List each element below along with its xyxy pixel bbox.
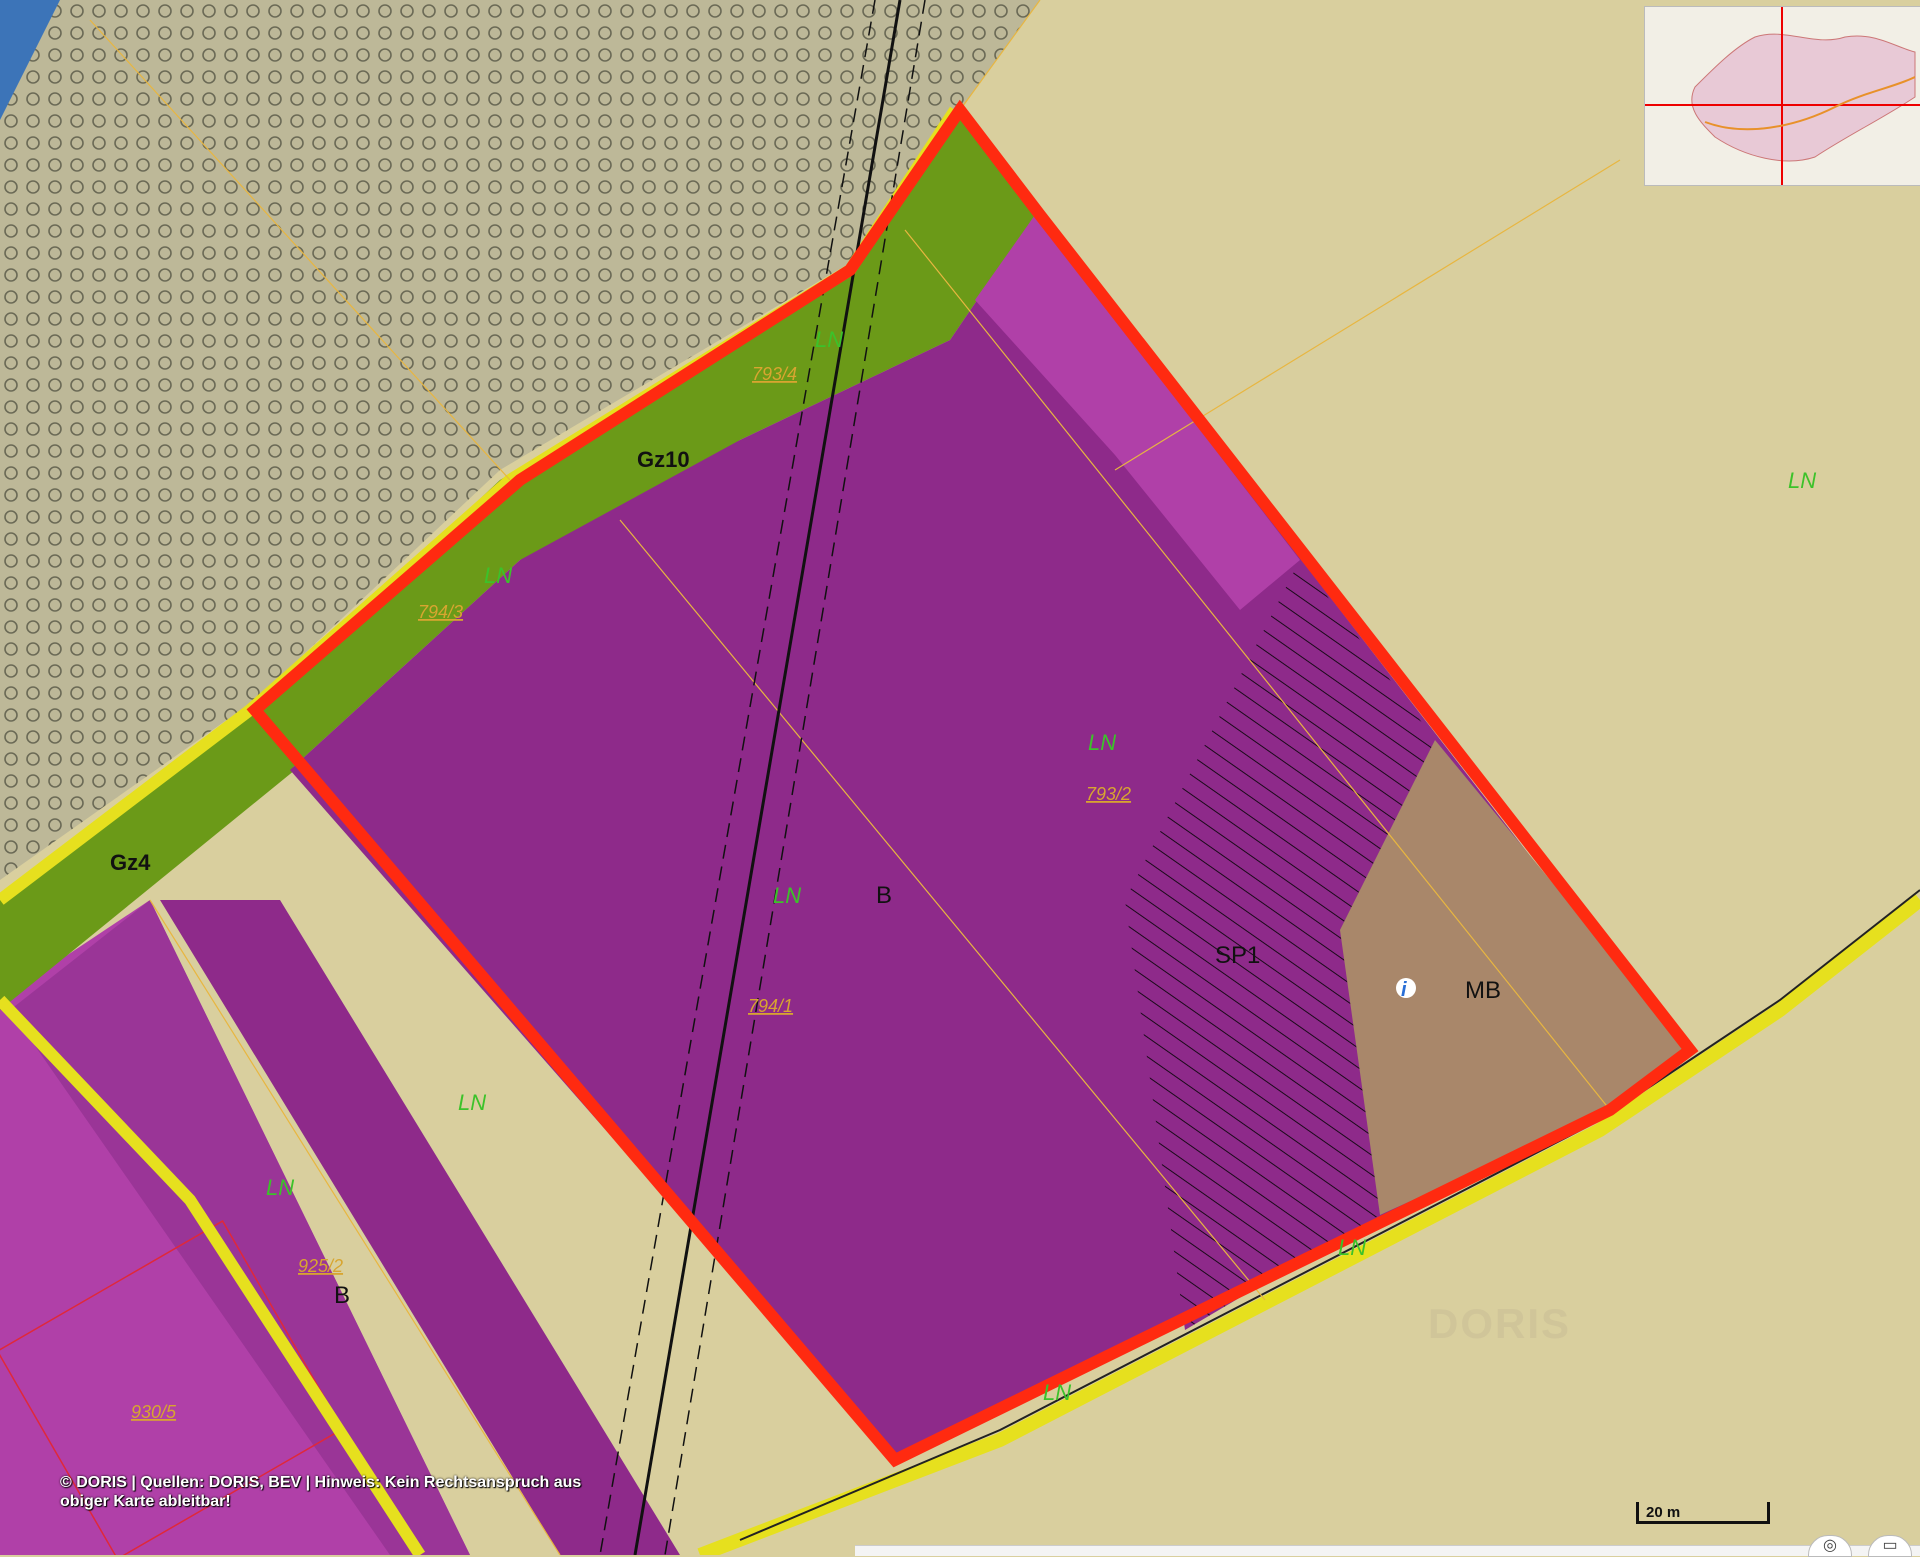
land-use-label: LN bbox=[458, 1090, 486, 1115]
land-use-label: LN bbox=[815, 327, 843, 352]
parcel-label-793-4: 793/4 bbox=[752, 364, 797, 384]
land-use-label: LN bbox=[266, 1175, 294, 1200]
parcel-label-794-1: 794/1 bbox=[748, 996, 793, 1016]
zone-label-sp1: SP1 bbox=[1215, 942, 1260, 969]
land-use-label: LN bbox=[1338, 1235, 1366, 1260]
land-use-label: LN bbox=[1788, 468, 1816, 493]
land-use-label: LN bbox=[1043, 1380, 1071, 1405]
land-use-label: LN bbox=[773, 883, 801, 908]
zone-label-mb: MB bbox=[1465, 977, 1501, 1004]
overview-map-graphic bbox=[1645, 7, 1920, 185]
parcel-label-793-2: 793/2 bbox=[1086, 784, 1131, 804]
scale-bar-label: 20 m bbox=[1646, 1504, 1681, 1521]
watermark: DORIS bbox=[1428, 1300, 1572, 1347]
map-canvas[interactable]: Gz10 Gz4 B B SP1 MB LN LN LN LN LN LN LN… bbox=[0, 0, 1920, 1555]
parcel-label-930-5: 930/5 bbox=[131, 1402, 177, 1422]
bottom-toolbar bbox=[855, 1545, 1920, 1556]
attribution-line: © DORIS | Quellen: DORIS, BEV | Hinweis:… bbox=[60, 1474, 582, 1491]
zone-label-gz10: Gz10 bbox=[637, 447, 690, 472]
attribution-line: obiger Karte ableitbar! bbox=[60, 1493, 231, 1510]
land-use-label: LN bbox=[484, 563, 512, 588]
land-use-label: LN bbox=[1088, 730, 1116, 755]
svg-text:i: i bbox=[1401, 979, 1407, 1001]
zone-label-gz4: Gz4 bbox=[110, 850, 151, 875]
scale-bar: 20 m bbox=[1636, 1500, 1770, 1524]
zone-label-b-left: B bbox=[334, 1282, 350, 1309]
overview-map[interactable] bbox=[1644, 6, 1920, 186]
parcel-label-925-2: 925/2 bbox=[298, 1256, 343, 1276]
zone-label-b-main: B bbox=[876, 882, 892, 909]
parcel-label-794-3: 794/3 bbox=[418, 602, 463, 622]
attribution: © DORIS | Quellen: DORIS, BEV | Hinweis:… bbox=[60, 1473, 660, 1511]
